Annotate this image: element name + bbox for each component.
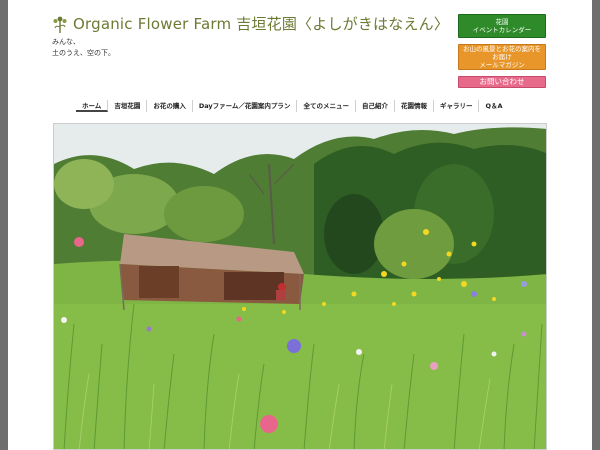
contact-label: お問い合わせ: [479, 77, 525, 86]
mail-magazine-label-2: お届け: [492, 53, 512, 61]
mail-magazine-button[interactable]: お山の風景とお花の案内を お届け メールマガジン: [458, 44, 546, 70]
event-calendar-label-2: イベントカレンダー: [472, 26, 532, 34]
flower-field-image: [54, 124, 546, 449]
mail-magazine-label-1: お山の風景とお花の案内を: [463, 45, 541, 53]
nav-item-day-farm[interactable]: Dayファーム／花園案内プラン: [193, 100, 298, 112]
event-calendar-button[interactable]: 花園 イベントカレンダー: [458, 14, 546, 38]
nav-item-profile[interactable]: 自己紹介: [356, 100, 395, 112]
nav-item-home[interactable]: ホーム: [76, 100, 109, 112]
flower-logo-icon: [53, 16, 67, 33]
page: Organic Flower Farm 吉垣花園〈よしがきはなえん〉 みんな、 …: [8, 0, 592, 450]
nav-item-all-menu[interactable]: 全てのメニュー: [297, 100, 356, 112]
tagline-line-1: みんな、: [52, 38, 80, 46]
nav-item-qa[interactable]: Q＆A: [479, 100, 508, 112]
event-calendar-label-1: 花園: [495, 18, 509, 26]
hero-photo: [53, 123, 547, 450]
site-logo[interactable]: Organic Flower Farm 吉垣花園〈よしがきはなえん〉: [52, 13, 449, 34]
mail-magazine-label-3: メールマガジン: [479, 61, 525, 69]
nav-item-garden-info[interactable]: 花園情報: [395, 100, 434, 112]
nav-item-yoshigaki-garden[interactable]: 吉垣花園: [108, 100, 148, 112]
contact-button[interactable]: お問い合わせ: [458, 76, 546, 88]
tagline: みんな、 土のうえ、空の下。: [52, 37, 115, 59]
tagline-line-2: 土のうえ、空の下。: [52, 49, 115, 57]
site-title[interactable]: Organic Flower Farm 吉垣花園〈よしがきはなえん〉: [73, 13, 449, 34]
nav-item-gallery[interactable]: ギャラリー: [434, 100, 480, 112]
nav-item-buy-flowers[interactable]: お花の購入: [147, 100, 193, 112]
main-nav: ホーム 吉垣花園 お花の購入 Dayファーム／花園案内プラン 全てのメニュー 自…: [76, 100, 509, 112]
